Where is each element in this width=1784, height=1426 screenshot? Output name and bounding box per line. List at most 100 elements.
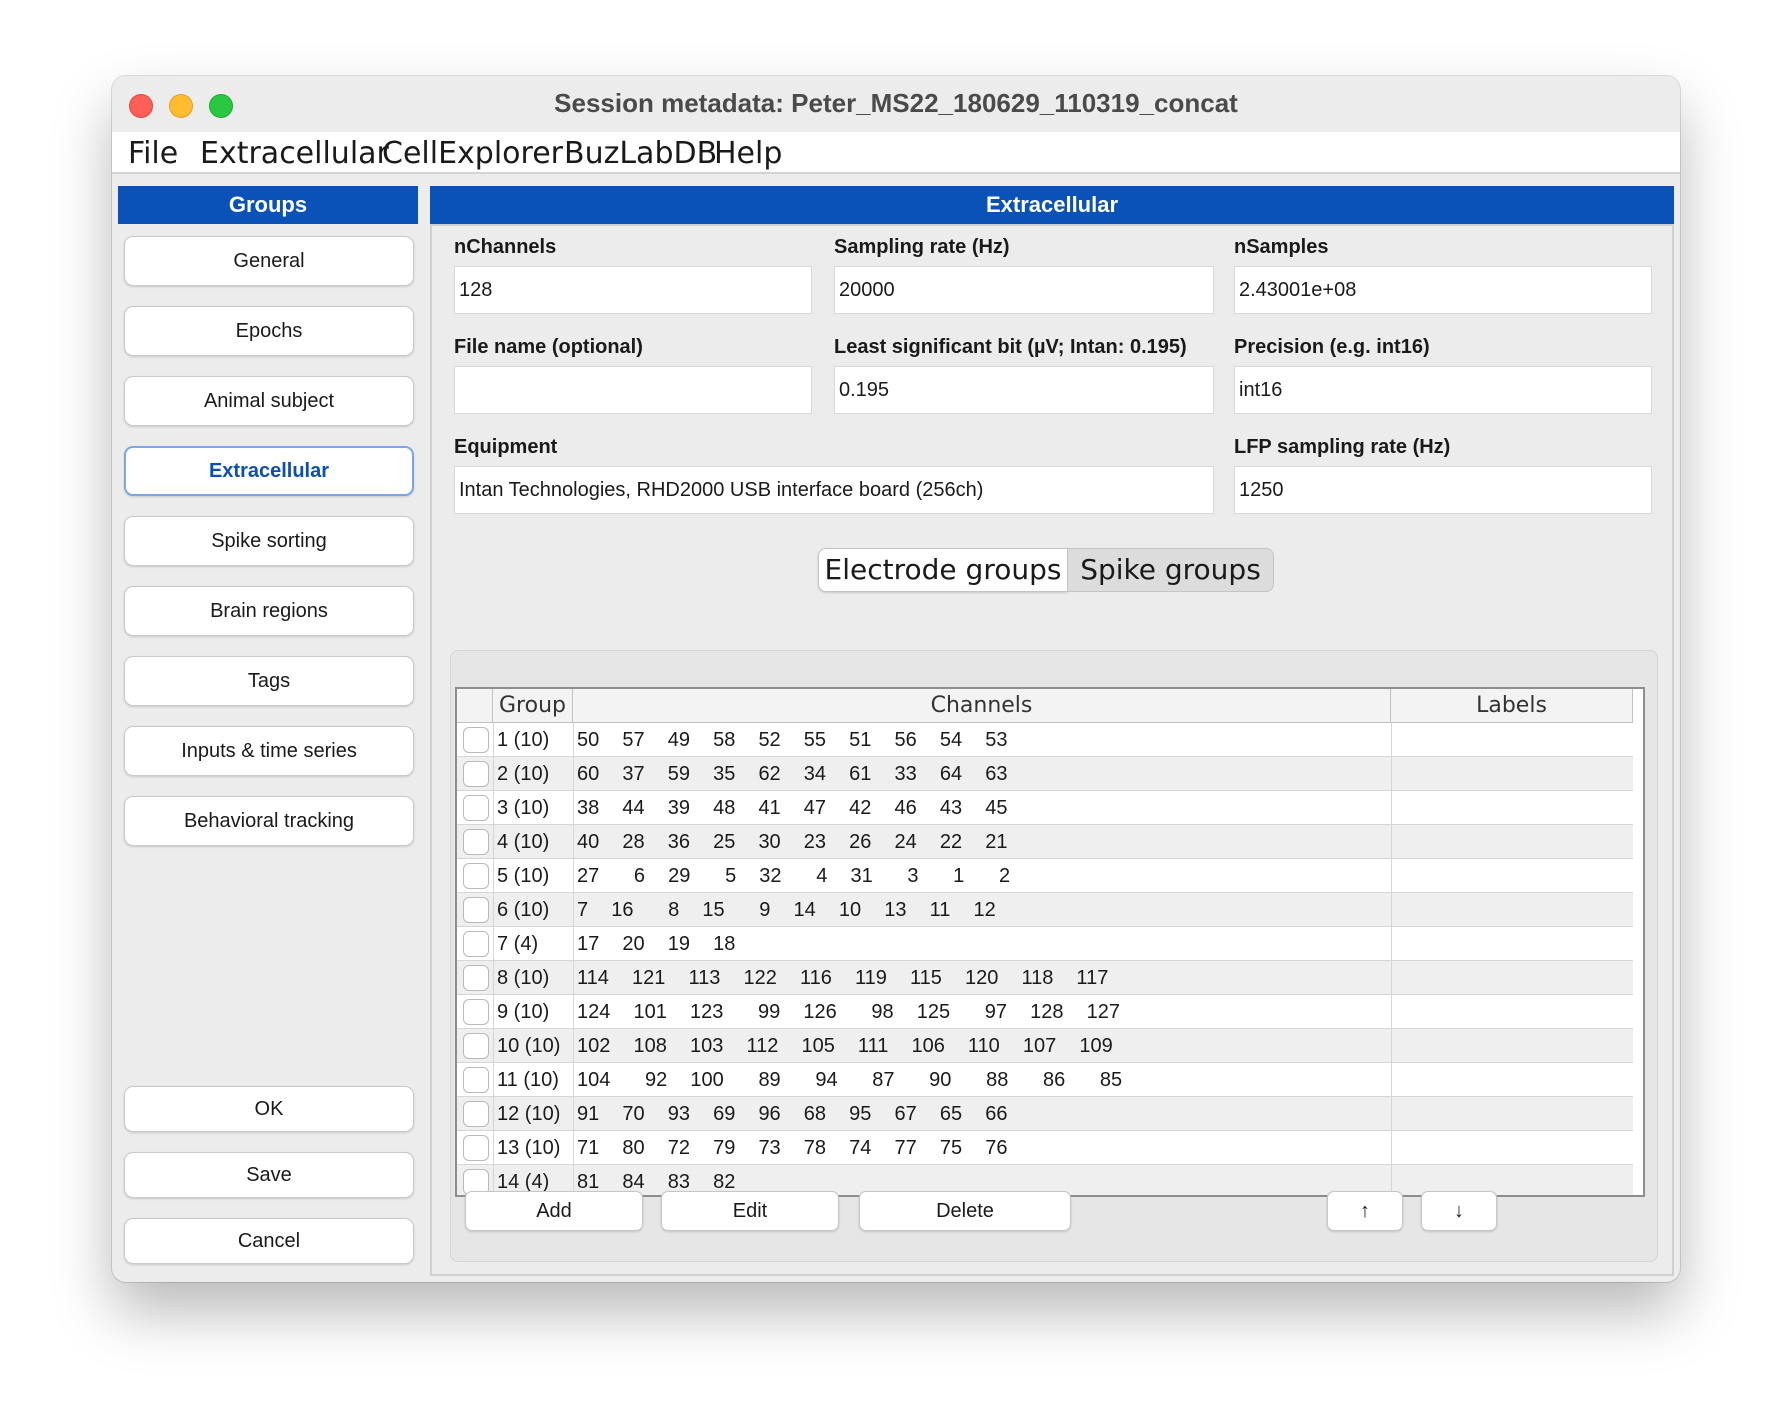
group-cell[interactable]: 2 (10): [497, 757, 549, 791]
channels-cell[interactable]: 114 121 113 122 116 119 115 120 118 117: [577, 961, 1108, 995]
group-cell[interactable]: 6 (10): [497, 893, 549, 927]
table-row[interactable]: 3 (10) 38 44 39 48 41 47 42 46 43 45: [457, 791, 1633, 825]
sidebar-item-brain-regions[interactable]: Brain regions: [124, 586, 414, 636]
sidebar-item-spike-sorting[interactable]: Spike sorting: [124, 516, 414, 566]
channels-cell[interactable]: 7 16 8 15 9 14 10 13 11 12: [577, 893, 996, 927]
column-header-group[interactable]: Group: [493, 689, 573, 723]
channels-cell[interactable]: 71 80 72 79 73 78 74 77 75 76: [577, 1131, 1007, 1165]
edit-button[interactable]: Edit: [661, 1191, 839, 1231]
group-cell[interactable]: 10 (10): [497, 1029, 560, 1063]
channels-cell[interactable]: 50 57 49 58 52 55 51 56 54 53: [577, 723, 1007, 757]
group-cell[interactable]: 7 (4): [497, 927, 538, 961]
row-checkbox[interactable]: [463, 897, 489, 923]
row-checkbox[interactable]: [463, 931, 489, 957]
sidebar-item-behavioral-tracking[interactable]: Behavioral tracking: [124, 796, 414, 846]
row-checkbox[interactable]: [463, 863, 489, 889]
table-row[interactable]: 6 (10) 7 16 8 15 9 14 10 13 11 12: [457, 893, 1633, 927]
group-cell[interactable]: 11 (10): [497, 1063, 559, 1097]
tab-spike-groups[interactable]: Spike groups: [1068, 548, 1274, 592]
sidebar-item-tags[interactable]: Tags: [124, 656, 414, 706]
channels-cell[interactable]: 38 44 39 48 41 47 42 46 43 45: [577, 791, 1007, 825]
channels-cell[interactable]: 60 37 59 35 62 34 61 33 64 63: [577, 757, 1007, 791]
row-checkbox[interactable]: [463, 761, 489, 787]
ok-button[interactable]: OK: [124, 1086, 414, 1132]
group-cell[interactable]: 4 (10): [497, 825, 549, 859]
table-row[interactable]: 5 (10) 27 6 29 5 32 4 31 3 1 2: [457, 859, 1633, 893]
channels-cell[interactable]: 27 6 29 5 32 4 31 3 1 2: [577, 859, 1010, 893]
sidebar-item-epochs[interactable]: Epochs: [124, 306, 414, 356]
table-row[interactable]: 10 (10) 102 108 103 112 105 111 106 110 1…: [457, 1029, 1633, 1063]
move-up-button[interactable]: ↑: [1327, 1191, 1403, 1231]
labels-cell[interactable]: [1391, 1131, 1633, 1165]
group-cell[interactable]: 13 (10): [497, 1131, 560, 1165]
nchannels-field[interactable]: 128: [454, 266, 812, 314]
labels-cell[interactable]: [1391, 893, 1633, 927]
menu-file[interactable]: File: [128, 136, 178, 171]
channels-cell[interactable]: 104 92 100 89 94 87 90 88 86 85: [577, 1063, 1122, 1097]
move-down-button[interactable]: ↓: [1421, 1191, 1497, 1231]
table-row[interactable]: 2 (10) 60 37 59 35 62 34 61 33 64 63: [457, 757, 1633, 791]
menu-buzlabdb[interactable]: BuzLabDB: [564, 136, 717, 171]
lfp-rate-field[interactable]: 1250: [1234, 466, 1652, 514]
sidebar-item-inputs-time-series[interactable]: Inputs & time series: [124, 726, 414, 776]
labels-cell[interactable]: [1391, 825, 1633, 859]
row-checkbox[interactable]: [463, 999, 489, 1025]
sidebar-item-animal-subject[interactable]: Animal subject: [124, 376, 414, 426]
menu-help[interactable]: Help: [714, 136, 782, 171]
table-row[interactable]: 7 (4) 17 20 19 18: [457, 927, 1633, 961]
labels-cell[interactable]: [1391, 859, 1633, 893]
menu-cellexplorer[interactable]: CellExplorer: [382, 136, 563, 171]
channels-cell[interactable]: 91 70 93 69 96 68 95 67 65 66: [577, 1097, 1007, 1131]
tab-electrode-groups[interactable]: Electrode groups: [818, 548, 1068, 592]
channels-cell[interactable]: 40 28 36 25 30 23 26 24 22 21: [577, 825, 1007, 859]
group-cell[interactable]: 3 (10): [497, 791, 549, 825]
labels-cell[interactable]: [1391, 791, 1633, 825]
row-checkbox[interactable]: [463, 795, 489, 821]
column-header-labels[interactable]: Labels: [1391, 689, 1633, 723]
labels-cell[interactable]: [1391, 927, 1633, 961]
labels-cell[interactable]: [1391, 1097, 1633, 1131]
group-cell[interactable]: 12 (10): [497, 1097, 560, 1131]
precision-field[interactable]: int16: [1234, 366, 1652, 414]
labels-cell[interactable]: [1391, 961, 1633, 995]
table-row[interactable]: 12 (10) 91 70 93 69 96 68 95 67 65 66: [457, 1097, 1633, 1131]
group-cell[interactable]: 1 (10): [497, 723, 549, 757]
equipment-field[interactable]: Intan Technologies, RHD2000 USB interfac…: [454, 466, 1214, 514]
row-checkbox[interactable]: [463, 727, 489, 753]
cancel-button[interactable]: Cancel: [124, 1218, 414, 1264]
group-cell[interactable]: 5 (10): [497, 859, 549, 893]
menu-extracellular[interactable]: Extracellular: [200, 136, 389, 171]
nsamples-field[interactable]: 2.43001e+08: [1234, 266, 1652, 314]
channels-cell[interactable]: 124 101 123 99 126 98 125 97 128 127: [577, 995, 1120, 1029]
row-checkbox[interactable]: [463, 1101, 489, 1127]
labels-cell[interactable]: [1391, 757, 1633, 791]
save-button[interactable]: Save: [124, 1152, 414, 1198]
sidebar-item-general[interactable]: General: [124, 236, 414, 286]
table-row[interactable]: 13 (10) 71 80 72 79 73 78 74 77 75 76: [457, 1131, 1633, 1165]
row-checkbox[interactable]: [463, 1067, 489, 1093]
row-checkbox[interactable]: [463, 965, 489, 991]
labels-cell[interactable]: [1391, 1029, 1633, 1063]
lsb-field[interactable]: 0.195: [834, 366, 1214, 414]
table-row[interactable]: 1 (10) 50 57 49 58 52 55 51 56 54 53: [457, 723, 1633, 757]
table-row[interactable]: 11 (10) 104 92 100 89 94 87 90 88 86 85: [457, 1063, 1633, 1097]
row-checkbox[interactable]: [463, 829, 489, 855]
group-cell[interactable]: 8 (10): [497, 961, 549, 995]
table-row[interactable]: 4 (10) 40 28 36 25 30 23 26 24 22 21: [457, 825, 1633, 859]
labels-cell[interactable]: [1391, 1063, 1633, 1097]
row-checkbox[interactable]: [463, 1033, 489, 1059]
row-checkbox[interactable]: [463, 1135, 489, 1161]
group-cell[interactable]: 9 (10): [497, 995, 549, 1029]
labels-cell[interactable]: [1391, 723, 1633, 757]
add-button[interactable]: Add: [465, 1191, 643, 1231]
table-row[interactable]: 9 (10) 124 101 123 99 126 98 125 97 128 1…: [457, 995, 1633, 1029]
delete-button[interactable]: Delete: [859, 1191, 1071, 1231]
sidebar-item-extracellular[interactable]: Extracellular: [124, 446, 414, 496]
sampling-rate-field[interactable]: 20000: [834, 266, 1214, 314]
labels-cell[interactable]: [1391, 995, 1633, 1029]
channels-cell[interactable]: 102 108 103 112 105 111 106 110 107 109: [577, 1029, 1113, 1063]
column-header-channels[interactable]: Channels: [573, 689, 1391, 723]
table-row[interactable]: 8 (10) 114 121 113 122 116 119 115 120 11…: [457, 961, 1633, 995]
file-name-field[interactable]: [454, 366, 812, 414]
channels-cell[interactable]: 17 20 19 18: [577, 927, 735, 961]
